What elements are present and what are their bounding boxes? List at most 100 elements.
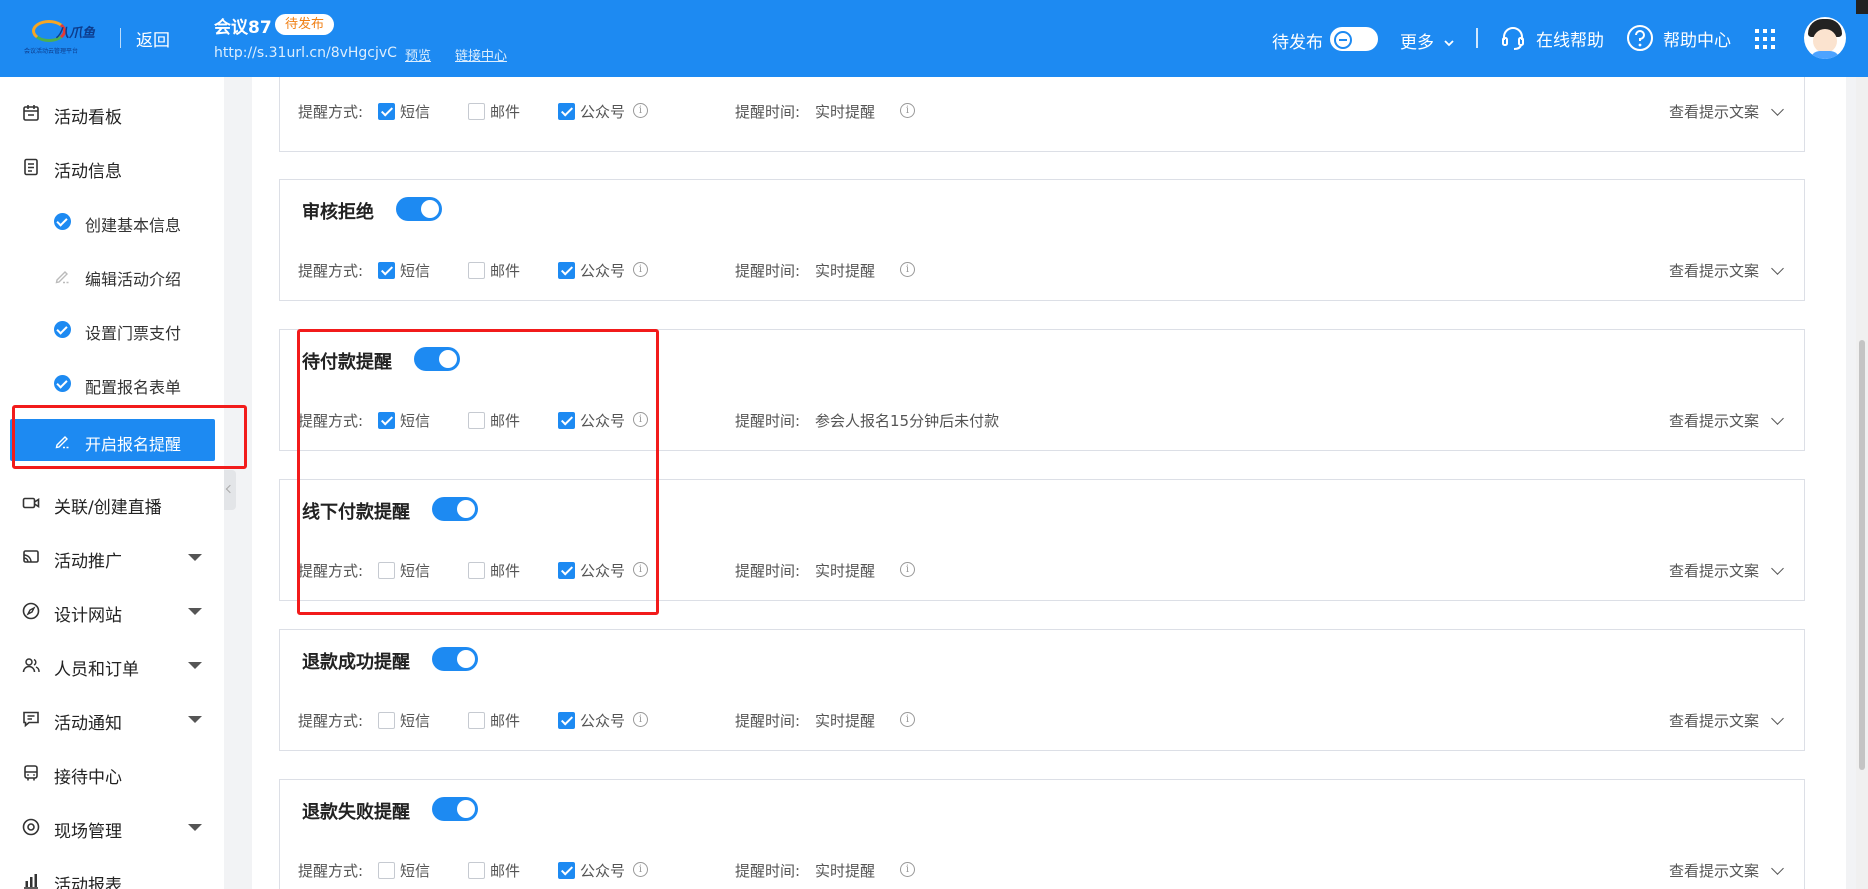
reminder-card: 待付款提醒 提醒方式: 短信 邮件 公众号 i 提醒时间: 参会人报名15分钟后… [279, 329, 1805, 451]
sidebar-item-label: 人员和订单 [54, 660, 139, 680]
time-label: 提醒时间: [735, 412, 801, 430]
view-copy-toggle[interactable]: 查看提示文案 [1669, 410, 1784, 432]
time-label: 提醒时间: [735, 862, 801, 880]
sidebar-item-reception[interactable]: 接待中心 [0, 755, 224, 791]
online-help-link[interactable]: 在线帮助 [1536, 26, 1604, 51]
email-checkbox[interactable] [468, 262, 485, 279]
view-copy-toggle[interactable]: 查看提示文案 [1669, 710, 1784, 732]
more-menu-button[interactable]: 更多 [1400, 28, 1455, 53]
wechat-checkbox[interactable] [558, 712, 575, 729]
bar-chart-icon [24, 874, 38, 889]
sms-checkbox[interactable] [378, 262, 395, 279]
reminder-card: 提醒方式: 短信 邮件 公众号 i 提醒时间: 实时提醒 i 查看提示文案 [279, 77, 1805, 152]
sms-checkbox[interactable] [378, 862, 395, 879]
view-copy-toggle[interactable]: 查看提示文案 [1669, 260, 1784, 282]
sidebar-item-design-site[interactable]: 设计网站 [0, 593, 224, 629]
sms-checkbox[interactable] [378, 412, 395, 429]
wechat-checkbox[interactable] [558, 103, 575, 120]
wechat-checkbox[interactable] [558, 262, 575, 279]
time-label: 提醒时间: [735, 562, 801, 580]
sms-label: 短信 [400, 103, 431, 121]
sidebar-item-live[interactable]: 关联/创建直播 [0, 485, 224, 521]
email-checkbox[interactable] [468, 862, 485, 879]
reminder-enable-switch[interactable] [396, 197, 442, 221]
info-icon[interactable]: i [633, 862, 648, 877]
email-label: 邮件 [490, 562, 521, 580]
reminder-settings-panel: 提醒方式: 短信 邮件 公众号 i 提醒时间: 实时提醒 i 查看提示文案 审核… [252, 77, 1846, 889]
event-url[interactable]: http://s.31url.cn/8vHgcjvC [214, 45, 397, 61]
reminder-enable-switch[interactable] [432, 647, 478, 671]
info-icon[interactable]: i [633, 103, 648, 118]
document-icon [24, 158, 38, 176]
sub-item-registration-form[interactable]: 配置报名表单 [0, 365, 224, 401]
wechat-checkbox[interactable] [558, 862, 575, 879]
header-divider [120, 28, 121, 48]
info-icon[interactable]: i [900, 862, 915, 877]
email-label: 邮件 [490, 262, 521, 280]
info-icon[interactable]: i [900, 562, 915, 577]
info-icon[interactable]: i [633, 262, 648, 277]
link-center-link[interactable]: 链接中心 [455, 45, 507, 64]
email-checkbox[interactable] [468, 103, 485, 120]
reminder-enable-switch[interactable] [414, 347, 460, 371]
corner-indicator [1856, 0, 1868, 14]
publish-toggle[interactable] [1330, 27, 1378, 51]
scrollbar-thumb[interactable] [1859, 340, 1865, 770]
help-center-link[interactable]: 帮助中心 [1663, 26, 1731, 51]
help-circle-icon[interactable] [1626, 24, 1654, 52]
status-badge: 待发布 [275, 14, 335, 35]
headset-icon[interactable] [1500, 25, 1526, 51]
view-copy-toggle[interactable]: 查看提示文案 [1669, 101, 1784, 123]
sms-label: 短信 [400, 562, 431, 580]
reminder-enable-switch[interactable] [432, 497, 478, 521]
logo-subtitle: 会议活动云管理平台 [24, 48, 79, 55]
caret-down-icon [188, 716, 202, 723]
sub-item-ticket-payment[interactable]: 设置门票支付 [0, 311, 224, 347]
reminder-title: 线下付款提醒 [302, 502, 410, 523]
message-icon [23, 711, 39, 728]
email-checkbox[interactable] [468, 412, 485, 429]
sms-label: 短信 [400, 712, 431, 730]
caret-down-icon [188, 662, 202, 669]
sms-checkbox[interactable] [378, 712, 395, 729]
wechat-checkbox[interactable] [558, 412, 575, 429]
time-value: 实时提醒 [815, 562, 876, 580]
view-copy-toggle[interactable]: 查看提示文案 [1669, 560, 1784, 582]
apps-grid-icon[interactable] [1755, 29, 1775, 49]
sub-item-basic-info[interactable]: 创建基本信息 [0, 203, 224, 239]
sms-checkbox[interactable] [378, 103, 395, 120]
reminder-enable-switch[interactable] [432, 797, 478, 821]
sidebar-collapse-handle[interactable] [224, 470, 236, 510]
sidebar-item-reports[interactable]: 活动报表 [0, 863, 224, 889]
cast-icon [23, 550, 39, 563]
sidebar-item-label: 设计网站 [54, 606, 122, 626]
method-label: 提醒方式: [298, 103, 364, 121]
time-value: 实时提醒 [815, 262, 876, 280]
sms-checkbox[interactable] [378, 562, 395, 579]
info-icon[interactable]: i [900, 103, 915, 118]
sidebar-item-notifications[interactable]: 活动通知 [0, 701, 224, 737]
preview-link[interactable]: 预览 [405, 45, 431, 64]
sub-item-registration-reminder[interactable]: 开启报名提醒 [10, 419, 215, 461]
user-avatar[interactable] [1804, 17, 1846, 59]
view-copy-toggle[interactable]: 查看提示文案 [1669, 860, 1784, 882]
back-button[interactable]: 返回 [136, 26, 170, 51]
sidebar-item-event-info[interactable]: 活动信息 [0, 149, 224, 185]
sub-item-label: 编辑活动介绍 [85, 270, 182, 289]
info-icon[interactable]: i [900, 262, 915, 277]
email-checkbox[interactable] [468, 562, 485, 579]
reminder-card: 退款失败提醒 提醒方式: 短信 邮件 公众号 i 提醒时间: 实时提醒 i 查看… [279, 779, 1805, 889]
sidebar-item-people-orders[interactable]: 人员和订单 [0, 647, 224, 683]
app-logo[interactable]: 八爪鱼 会议活动云管理平台 [22, 18, 108, 58]
sub-item-edit-intro[interactable]: 编辑活动介绍 [0, 257, 224, 293]
sidebar-item-onsite[interactable]: 现场管理 [0, 809, 224, 845]
sidebar-item-promotion[interactable]: 活动推广 [0, 539, 224, 575]
info-icon[interactable]: i [633, 562, 648, 577]
sidebar-item-dashboard[interactable]: 活动看板 [0, 95, 224, 131]
email-checkbox[interactable] [468, 712, 485, 729]
info-icon[interactable]: i [633, 412, 648, 427]
wechat-checkbox[interactable] [558, 562, 575, 579]
info-icon[interactable]: i [633, 712, 648, 727]
info-icon[interactable]: i [900, 712, 915, 727]
wechat-label: 公众号 [580, 262, 626, 280]
